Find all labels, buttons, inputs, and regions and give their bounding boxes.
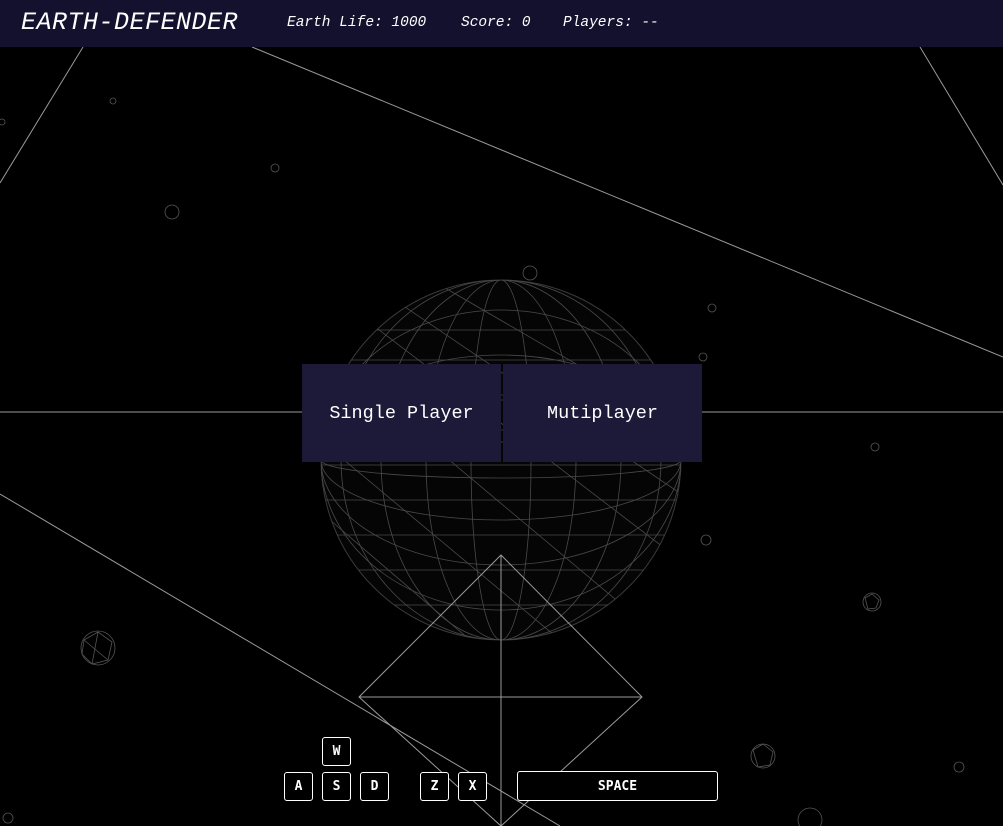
key-z: Z: [420, 772, 449, 801]
multiplayer-button[interactable]: Mutiplayer: [503, 364, 702, 462]
key-d: D: [360, 772, 389, 801]
players-readout: Players: --: [563, 15, 659, 31]
game-stage: EARTH-DEFENDER Earth Life: 1000 Score: 0…: [0, 0, 1003, 826]
key-x: X: [458, 772, 487, 801]
top-bar: EARTH-DEFENDER Earth Life: 1000 Score: 0…: [0, 0, 1003, 47]
game-title: EARTH-DEFENDER: [21, 8, 239, 37]
key-w: W: [322, 737, 351, 766]
earth-life-readout: Earth Life: 1000: [287, 15, 427, 31]
key-s: S: [322, 772, 351, 801]
key-space: SPACE: [517, 771, 718, 801]
mode-menu: Single Player Mutiplayer: [302, 364, 702, 462]
score-readout: Score: 0: [461, 15, 531, 31]
single-player-button[interactable]: Single Player: [302, 364, 501, 462]
key-a: A: [284, 772, 313, 801]
